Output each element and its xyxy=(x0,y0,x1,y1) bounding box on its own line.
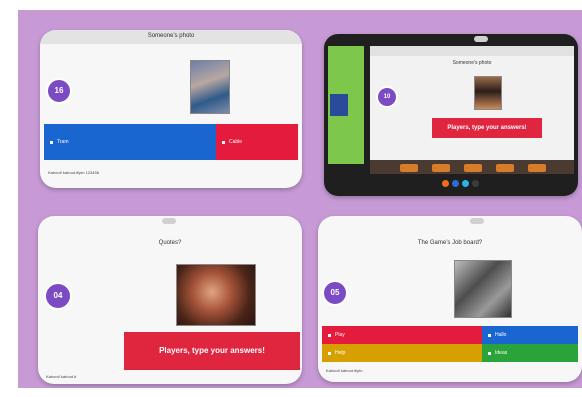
card-2-tray-slot-1 xyxy=(400,164,418,172)
card-4-answer-b-icon xyxy=(488,333,491,337)
card-2-dock-icon-1[interactable] xyxy=(442,180,449,187)
card-1-answer-a[interactable]: Tram xyxy=(44,124,216,160)
card-4-answer-c[interactable]: Help xyxy=(322,344,482,362)
card-3-timer-badge: 04 xyxy=(44,282,72,310)
card-1-timer-badge: 16 xyxy=(46,78,72,104)
card-2-dock-icon-3[interactable] xyxy=(462,180,469,187)
quiz-card-2[interactable]: Someone’s photo 10 Players, type your an… xyxy=(324,34,578,196)
card-2-dock-icon-2[interactable] xyxy=(452,180,459,187)
card-2-dock-icon-4[interactable] xyxy=(472,180,479,187)
card-1-question-title: Someone’s photo xyxy=(147,33,195,39)
card-4-answer-c-icon xyxy=(328,351,331,355)
card-2-top-knob xyxy=(474,36,488,42)
quiz-card-4[interactable]: The Game’s Job board? 05 Play Hallo Help… xyxy=(318,216,582,382)
card-4-answer-d[interactable]: Ideas xyxy=(482,344,578,362)
card-4-top-knob xyxy=(470,218,484,224)
card-2-question-image xyxy=(474,76,502,110)
card-4-question-image xyxy=(454,260,512,318)
card-1-footer: Kahoot! kahoot.it/pin 123456 xyxy=(48,170,99,175)
card-4-question-title: The Game’s Job board? xyxy=(417,240,483,246)
card-4-answer-a-icon xyxy=(328,333,331,337)
card-4-answer-a[interactable]: Play xyxy=(322,326,482,344)
card-1-answer-a-icon xyxy=(50,140,53,144)
slide-collage: Someone’s photo 16 Tram Cable Kahoot! ka… xyxy=(18,10,582,388)
card-2-type-answer-button[interactable]: Players, type your answers! xyxy=(432,118,542,138)
card-3-top-knob xyxy=(162,218,176,224)
card-3-footer: Kahoot! kahoot.it xyxy=(46,374,77,379)
card-2-side-panel-tile xyxy=(330,94,348,116)
card-2-tray-slot-5 xyxy=(528,164,546,172)
quiz-card-1[interactable]: Someone’s photo 16 Tram Cable Kahoot! ka… xyxy=(40,30,302,188)
card-1-question-image xyxy=(190,60,230,114)
card-2-tray-slot-2 xyxy=(432,164,450,172)
card-3-question-image xyxy=(176,264,256,326)
card-4-answer-d-icon xyxy=(488,351,491,355)
card-1-answer-b[interactable]: Cable xyxy=(216,124,298,160)
card-2-tray-slot-3 xyxy=(464,164,482,172)
card-3-question-title: Quotes? xyxy=(158,240,182,246)
card-3-type-answer-button[interactable]: Players, type your answers! xyxy=(124,332,300,370)
card-2-tray-slot-4 xyxy=(496,164,514,172)
card-2-screen-top-bar xyxy=(370,46,574,56)
card-4-timer-badge: 05 xyxy=(322,280,348,306)
quiz-card-3[interactable]: Quotes? 04 Players, type your answers! K… xyxy=(38,216,302,384)
card-2-screen: Someone’s photo 10 Players, type your an… xyxy=(370,46,574,174)
card-4-answer-b[interactable]: Hallo xyxy=(482,326,578,344)
card-2-question-title: Someone’s photo xyxy=(452,60,492,66)
card-1-answer-b-icon xyxy=(222,140,225,144)
screenshot-stage: Someone’s photo 16 Tram Cable Kahoot! ka… xyxy=(0,0,582,397)
card-2-timer-badge: 10 xyxy=(376,86,398,108)
card-4-footer: Kahoot! kahoot.it/pin xyxy=(326,368,363,373)
